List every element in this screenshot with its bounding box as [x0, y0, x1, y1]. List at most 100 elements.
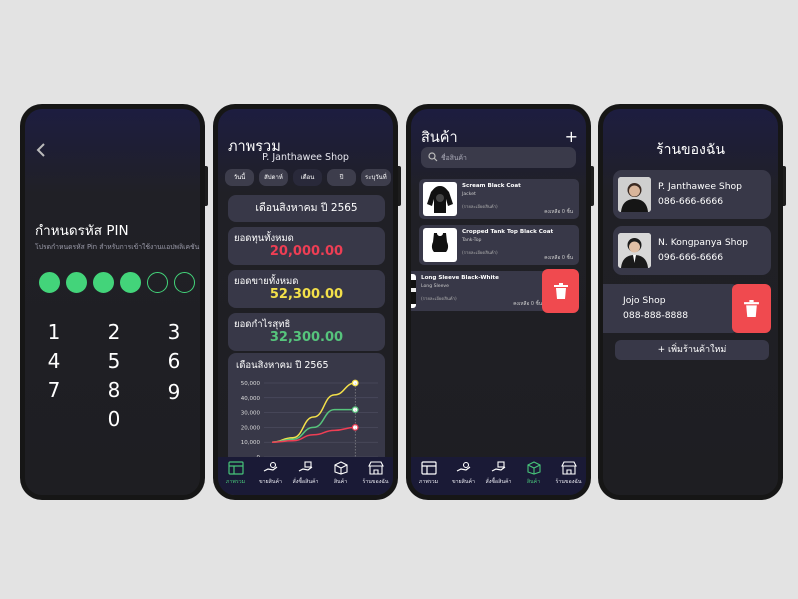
- tab-purchase[interactable]: สั่งซื้อสินค้า: [288, 457, 323, 495]
- tab-label: สินค้า: [526, 479, 541, 485]
- chip-year[interactable]: ปี: [327, 169, 356, 186]
- phone-overview-screen: ภาพรวม P. Janthawee Shop วันนี้ สัปดาห์ …: [213, 104, 401, 500]
- pin-dot-filled: [39, 272, 60, 293]
- tab-label: สั่งซื้อสินค้า: [292, 479, 319, 485]
- key-1[interactable]: 1: [42, 320, 66, 344]
- pin-dot-filled: [66, 272, 87, 293]
- product-stock: คงเหลือ 0 ชิ้น: [544, 210, 573, 215]
- buy-hand-icon: [491, 461, 505, 472]
- pin-dot-empty: [147, 272, 168, 293]
- product-image: [411, 274, 416, 308]
- profit-value: 32,300.00: [269, 330, 344, 345]
- tab-purchase[interactable]: สั่งซื้อสินค้า: [481, 457, 516, 495]
- tab-label: ภาพรวม: [225, 479, 246, 485]
- box-icon: [526, 461, 541, 475]
- tab-sell[interactable]: ขายสินค้า: [446, 457, 481, 495]
- overview-screen: ภาพรวม P. Janthawee Shop วันนี้ สัปดาห์ …: [218, 109, 393, 495]
- pin-dots: [39, 272, 195, 293]
- shop-card[interactable]: N. Kongpanya Shop 096-666-6666: [613, 226, 771, 275]
- product-row-swiped[interactable]: Long Sleeve Black-White Long Sleeve (ราย…: [411, 271, 548, 311]
- key-3[interactable]: 3: [162, 320, 186, 344]
- tab-products[interactable]: สินค้า: [323, 457, 358, 495]
- product-detail: (รายละเอียดสินค้า): [421, 297, 457, 302]
- key-2[interactable]: 2: [102, 320, 126, 344]
- pin-dot-filled: [120, 272, 141, 293]
- page-title: สินค้า: [421, 130, 458, 146]
- product-row[interactable]: Cropped Tank Top Black Coat Tank-Top (รา…: [419, 225, 579, 265]
- chevron-left-icon[interactable]: [35, 139, 47, 163]
- shop-name: P. Janthawee Shop: [658, 181, 743, 192]
- shop-phone: 086-666-6666: [658, 196, 724, 207]
- key-8[interactable]: 8: [102, 378, 126, 402]
- dashboard-icon: [227, 461, 244, 475]
- pin-dot-empty: [174, 272, 195, 293]
- tab-sell[interactable]: ขายสินค้า: [253, 457, 288, 495]
- avatar: [618, 177, 651, 212]
- series-line: [271, 408, 356, 443]
- shop-phone: 088-888-8888: [623, 310, 689, 321]
- key-7[interactable]: 7: [42, 378, 66, 402]
- product-category: Tank-Top: [462, 238, 482, 243]
- avatar: [618, 233, 651, 268]
- y-tick-label: 40,000: [241, 396, 261, 402]
- plus-icon[interactable]: +: [565, 127, 578, 146]
- shop-phone: 096-666-6666: [658, 252, 724, 263]
- product-detail: (รายละเอียดสินค้า): [462, 251, 498, 256]
- key-4[interactable]: 4: [42, 349, 66, 373]
- key-5[interactable]: 5: [102, 349, 126, 373]
- key-0[interactable]: 0: [102, 407, 126, 431]
- page-title: ร้านของฉัน: [656, 142, 725, 158]
- key-9[interactable]: 9: [162, 380, 186, 404]
- box-icon: [333, 461, 348, 475]
- tab-my-store[interactable]: ร้านของฉัน: [551, 457, 586, 495]
- chip-month[interactable]: เดือน: [293, 169, 322, 186]
- product-detail: (รายละเอียดสินค้า): [462, 205, 498, 210]
- product-name: Scream Black Coat: [462, 183, 521, 189]
- key-6[interactable]: 6: [162, 349, 186, 373]
- month-selector[interactable]: เดือนสิงหาคม ปี 2565: [228, 195, 385, 222]
- product-name: Long Sleeve Black-White: [421, 275, 499, 281]
- chip-week[interactable]: สัปดาห์: [259, 169, 288, 186]
- shop-name: P. Janthawee Shop: [262, 152, 349, 163]
- chip-custom-date[interactable]: ระบุวันที่: [361, 169, 391, 186]
- delete-button[interactable]: [542, 269, 579, 313]
- products-screen: สินค้า + Scream Black Coat Jacket (รายละ…: [411, 109, 586, 495]
- chart-title: เดือนสิงหาคม ปี 2565: [236, 360, 329, 371]
- tab-overview[interactable]: ภาพรวม: [411, 457, 446, 495]
- sales-card: ยอดขายทั้งหมด 52,300.00: [228, 270, 385, 308]
- store-icon: [560, 461, 577, 475]
- period-chips: วันนี้ สัปดาห์ เดือน ปี ระบุวันที่: [225, 169, 391, 186]
- pin-dot-filled: [93, 272, 114, 293]
- phone-shops-screen: ร้านของฉัน P. Janthawee Shop 086-666-666…: [598, 104, 786, 500]
- dashboard-icon: [420, 461, 437, 475]
- profit-card: ยอดกำไรสุทธิ 32,300.00: [228, 313, 385, 351]
- product-image: [423, 182, 457, 216]
- phone-products-screen: สินค้า + Scream Black Coat Jacket (รายละ…: [406, 104, 594, 500]
- store-icon: [367, 461, 384, 475]
- capital-value: 20,000.00: [269, 244, 344, 259]
- tab-label: ขายสินค้า: [258, 479, 283, 485]
- chip-today[interactable]: วันนี้: [225, 169, 254, 186]
- sales-value: 52,300.00: [269, 287, 344, 302]
- add-shop-button[interactable]: + เพิ่มร้านค้าใหม่: [615, 340, 769, 360]
- tab-bar: ภาพรวม ขายสินค้า สั่งซื้อสินค้า สินค้า ร…: [411, 457, 586, 495]
- product-row[interactable]: Scream Black Coat Jacket (รายละเอียดสินค…: [419, 179, 579, 219]
- sell-hand-icon: [263, 461, 277, 472]
- y-tick-label: 10,000: [241, 440, 261, 446]
- shop-card-swiped[interactable]: Jojo Shop 088-888-8888: [603, 284, 740, 333]
- tab-my-store[interactable]: ร้านของฉัน: [358, 457, 393, 495]
- buy-hand-icon: [298, 461, 312, 472]
- product-stock: คงเหลือ 0 ชิ้น: [544, 256, 573, 261]
- trash-icon: [744, 300, 759, 317]
- tab-products[interactable]: สินค้า: [516, 457, 551, 495]
- tab-bar: ภาพรวม ขายสินค้า สั่งซื้อสินค้า สินค้า ร…: [218, 457, 393, 495]
- tab-label: สินค้า: [333, 479, 348, 485]
- search-input[interactable]: [441, 147, 571, 168]
- product-category: Long Sleeve: [421, 284, 449, 289]
- trash-icon: [553, 283, 568, 299]
- shop-card[interactable]: P. Janthawee Shop 086-666-6666: [613, 170, 771, 219]
- delete-button[interactable]: [732, 284, 771, 333]
- y-tick-label: 20,000: [241, 425, 261, 431]
- tab-overview[interactable]: ภาพรวม: [218, 457, 253, 495]
- search-bar: [421, 147, 576, 168]
